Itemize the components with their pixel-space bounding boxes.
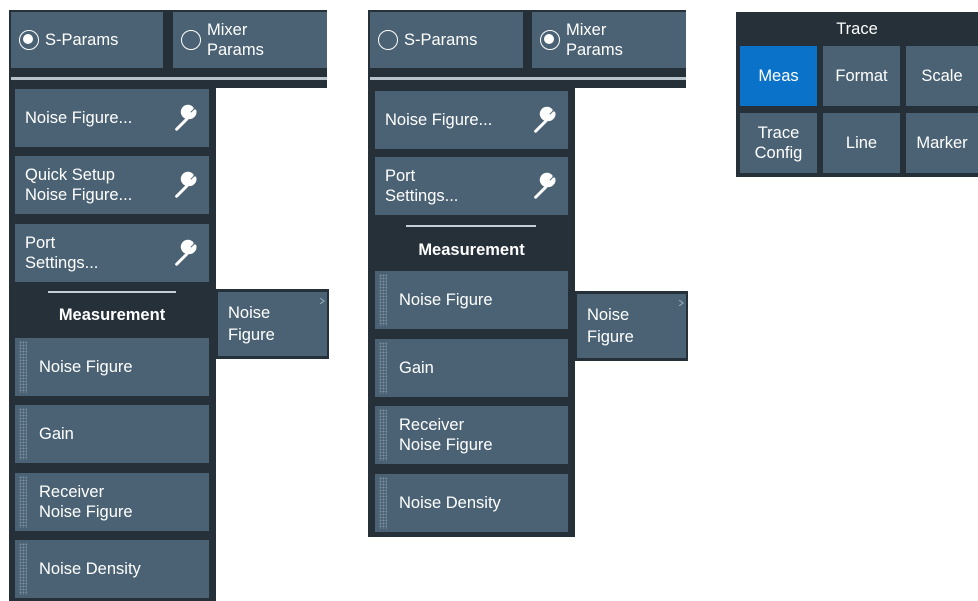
measurement-separator xyxy=(406,225,536,227)
s-params-tab[interactable]: S-Params xyxy=(370,12,523,68)
trace-format-label: Format xyxy=(835,67,888,85)
meas-receiver-noise-figure-button[interactable]: Receiver Noise Figure xyxy=(375,406,568,464)
flyout-label: Noise Figure xyxy=(228,304,275,344)
trace-config-button[interactable]: Trace Config xyxy=(740,113,817,173)
mixer-params-label: Mixer Params xyxy=(207,21,264,59)
drag-grip-icon[interactable] xyxy=(19,543,27,595)
trace-scale-label: Scale xyxy=(921,67,963,85)
wrench-icon xyxy=(175,104,197,131)
trace-scale-button[interactable]: Scale xyxy=(906,46,978,106)
meas-receiver-noise-figure-label: Receiver Noise Figure xyxy=(399,416,493,454)
left-flyout-noise-figure[interactable]: Noise Figure xyxy=(218,292,327,356)
meas-noise-density-label: Noise Density xyxy=(399,494,501,512)
trace-meas-label: Meas xyxy=(758,67,799,85)
mixer-params-tab[interactable]: Mixer Params xyxy=(173,12,327,68)
radio-unselected-icon xyxy=(378,30,398,50)
port-settings-button[interactable]: Port Settings... xyxy=(15,224,209,282)
quick-setup-label: Quick Setup Noise Figure... xyxy=(25,166,133,204)
meas-noise-figure-button[interactable]: Noise Figure xyxy=(15,338,209,396)
measurement-separator xyxy=(48,291,176,293)
trace-marker-label: Marker xyxy=(916,134,968,152)
wrench-icon xyxy=(175,171,197,198)
drag-grip-icon[interactable] xyxy=(379,409,387,461)
meas-gain-button[interactable]: Gain xyxy=(375,339,568,397)
meas-noise-density-button[interactable]: Noise Density xyxy=(15,540,209,598)
wrench-icon xyxy=(534,106,556,133)
meas-receiver-noise-figure-button[interactable]: Receiver Noise Figure xyxy=(15,473,209,531)
s-params-tab[interactable]: S-Params xyxy=(11,12,163,68)
drag-grip-icon[interactable] xyxy=(379,274,387,326)
trace-config-label: Trace Config xyxy=(754,124,803,162)
radio-selected-icon xyxy=(19,30,39,50)
measurement-heading: Measurement xyxy=(58,306,166,324)
mode-bar-underline xyxy=(11,77,327,80)
trace-marker-button[interactable]: Marker xyxy=(906,113,978,173)
noise-figure-setup-button[interactable]: Noise Figure... xyxy=(15,89,209,147)
meas-noise-figure-label: Noise Figure xyxy=(39,358,133,376)
drag-grip-icon[interactable] xyxy=(19,341,27,393)
port-settings-label: Port Settings... xyxy=(25,234,99,272)
port-settings-button[interactable]: Port Settings... xyxy=(375,157,568,215)
meas-gain-button[interactable]: Gain xyxy=(15,405,209,463)
noise-figure-setup-button[interactable]: Noise Figure... xyxy=(375,91,568,149)
trace-line-button[interactable]: Line xyxy=(823,113,900,173)
s-params-label: S-Params xyxy=(45,31,119,49)
s-params-label: S-Params xyxy=(404,31,478,49)
radio-unselected-icon xyxy=(181,30,201,50)
flyout-label: Noise Figure xyxy=(587,306,634,346)
meas-gain-label: Gain xyxy=(399,359,434,377)
middle-flyout-noise-figure[interactable]: Noise Figure xyxy=(577,294,686,358)
mixer-params-label: Mixer Params xyxy=(566,21,623,59)
wrench-icon xyxy=(175,239,197,266)
measurement-heading: Measurement xyxy=(418,241,525,259)
trace-title: Trace xyxy=(836,20,878,38)
drag-grip-icon[interactable] xyxy=(19,408,27,460)
noise-figure-setup-label: Noise Figure... xyxy=(385,111,493,129)
meas-noise-density-label: Noise Density xyxy=(39,560,141,578)
port-settings-label: Port Settings... xyxy=(385,167,459,205)
quick-setup-noise-figure-button[interactable]: Quick Setup Noise Figure... xyxy=(15,156,209,214)
meas-noise-density-button[interactable]: Noise Density xyxy=(375,474,568,532)
flyout-arrow-icon xyxy=(319,298,325,304)
meas-gain-label: Gain xyxy=(39,425,74,443)
noise-figure-setup-label: Noise Figure... xyxy=(25,109,133,127)
mixer-params-tab[interactable]: Mixer Params xyxy=(532,12,686,68)
trace-line-label: Line xyxy=(845,134,878,152)
meas-receiver-noise-figure-label: Receiver Noise Figure xyxy=(39,483,133,521)
drag-grip-icon[interactable] xyxy=(379,477,387,529)
trace-format-button[interactable]: Format xyxy=(823,46,900,106)
mode-bar-underline xyxy=(370,77,686,80)
wrench-icon xyxy=(534,172,556,199)
trace-meas-button[interactable]: Meas xyxy=(740,46,817,106)
drag-grip-icon[interactable] xyxy=(379,342,387,394)
radio-selected-icon xyxy=(540,30,560,50)
drag-grip-icon[interactable] xyxy=(19,476,27,528)
meas-noise-figure-button[interactable]: Noise Figure xyxy=(375,271,568,329)
flyout-arrow-icon xyxy=(678,300,684,306)
meas-noise-figure-label: Noise Figure xyxy=(399,291,493,309)
